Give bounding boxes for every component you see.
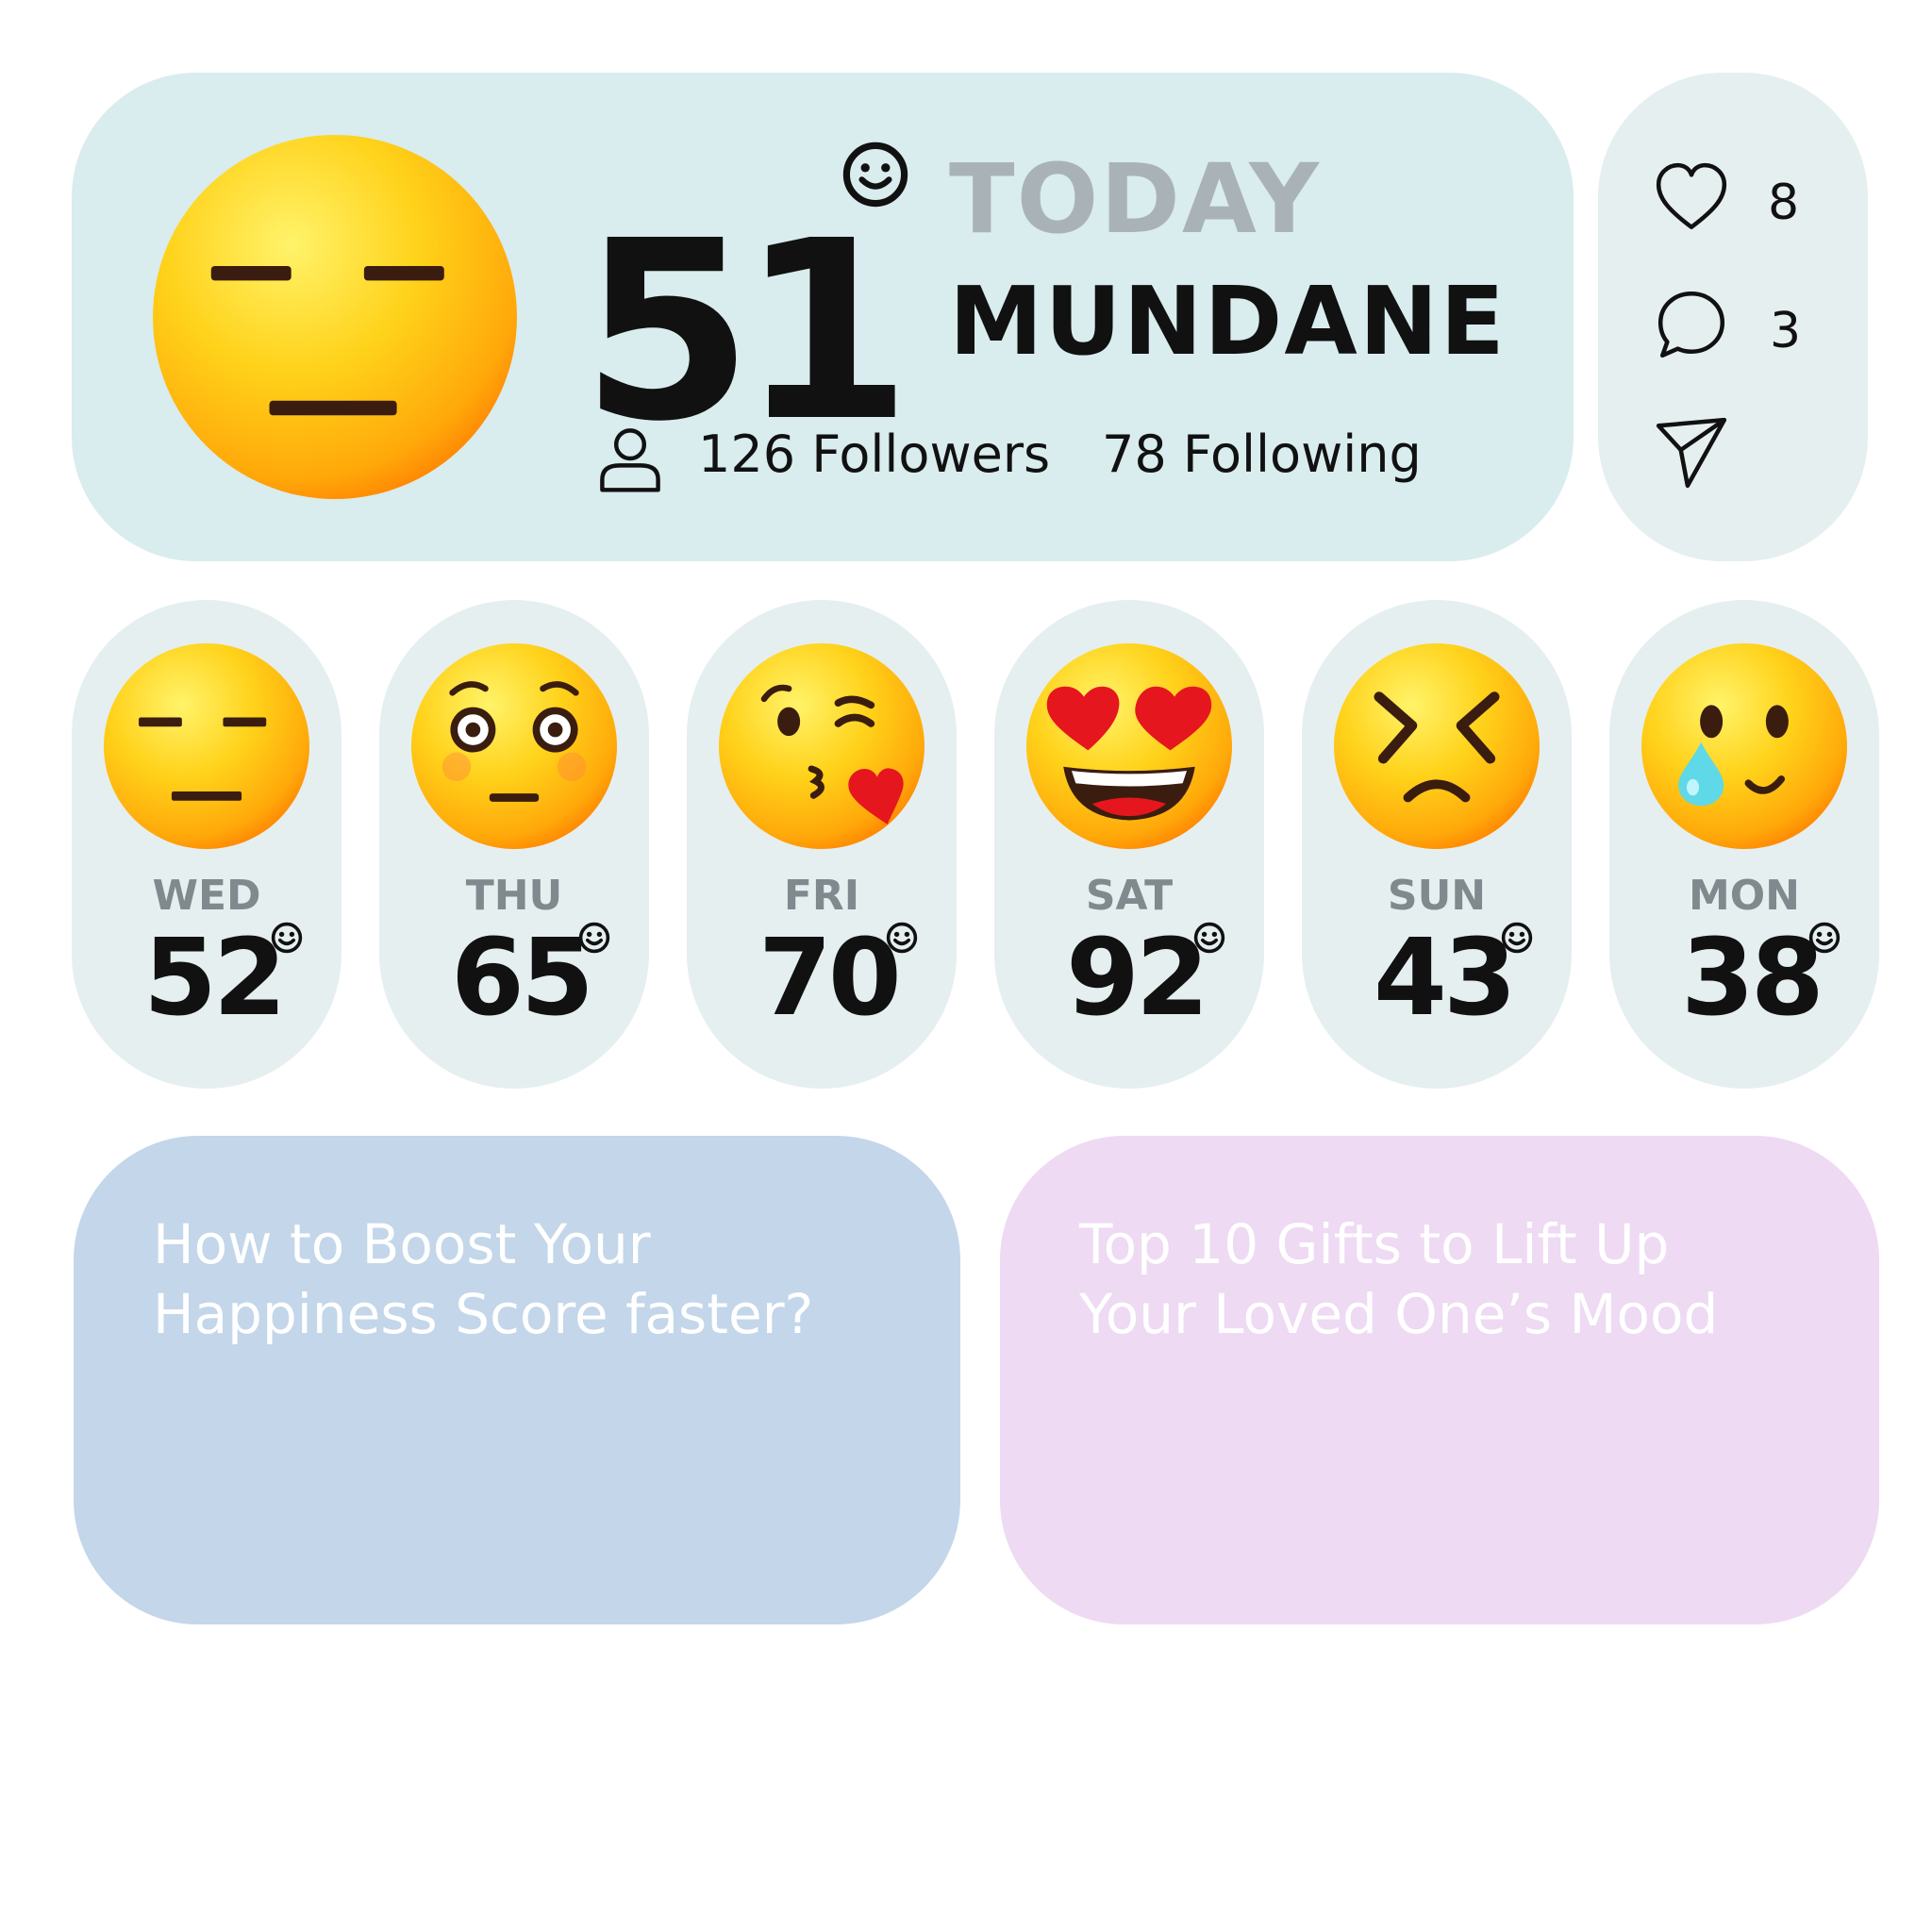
day-name: FRI <box>783 872 860 920</box>
day-name: WED <box>152 872 261 920</box>
person-icon <box>600 428 660 492</box>
article-card-top-gifts[interactable]: Top 10 Gifts to Lift Up Your Loved One’s… <box>1000 1136 1879 1624</box>
likes-count: 8 <box>1768 175 1800 231</box>
followers-count[interactable]: 126 Followers <box>698 429 1050 480</box>
article-title-line: Your Loved One’s Mood <box>1079 1282 1719 1346</box>
day-score: 52 <box>143 917 287 1040</box>
heart-icon[interactable] <box>1653 159 1730 237</box>
day-card-sun[interactable]: SUN 43 <box>1302 600 1572 1089</box>
send-icon[interactable] <box>1653 414 1730 491</box>
smiley-degree-icon <box>1193 922 1225 954</box>
smiley-degree-icon <box>271 922 303 954</box>
article-title: How to Boost Your Happiness Score faster… <box>153 1209 813 1349</box>
mood-label: MUNDANE <box>949 266 1507 376</box>
comments-count: 3 <box>1770 303 1802 359</box>
smiley-degree-icon <box>578 922 610 954</box>
kissing-heart-face-icon <box>719 643 924 849</box>
day-score: 65 <box>451 917 594 1040</box>
following-count[interactable]: 78 Following <box>1102 429 1422 480</box>
article-card-boost-happiness[interactable]: How to Boost Your Happiness Score faster… <box>74 1136 960 1624</box>
smiley-degree-icon <box>1808 922 1840 954</box>
day-card-mon[interactable]: MON 38 <box>1609 600 1879 1089</box>
angry-face-icon <box>1334 643 1540 849</box>
article-title: Top 10 Gifts to Lift Up Your Loved One’s… <box>1079 1209 1718 1349</box>
comment-icon[interactable] <box>1653 286 1730 363</box>
day-name: SUN <box>1387 872 1487 920</box>
heart-eyes-face-icon <box>1026 643 1232 849</box>
day-score: 38 <box>1681 917 1824 1040</box>
neutral-face-icon <box>104 643 309 849</box>
day-name: SAT <box>1085 872 1174 920</box>
tearful-smile-face-icon <box>1641 643 1847 849</box>
today-score: 51 <box>581 188 912 475</box>
day-card-sat[interactable]: SAT 92 <box>994 600 1264 1089</box>
article-title-line: How to Boost Your <box>153 1212 651 1276</box>
day-name: MON <box>1688 872 1800 920</box>
article-title-line: Top 10 Gifts to Lift Up <box>1079 1212 1670 1276</box>
smiley-degree-icon <box>1501 922 1533 954</box>
today-summary-card: 51 TODAY MUNDANE 126 Followers 78 Follow… <box>72 73 1574 561</box>
smiley-degree-icon <box>842 142 908 208</box>
day-card-wed[interactable]: WED 52 <box>72 600 341 1089</box>
day-score: 43 <box>1374 917 1517 1040</box>
smiley-degree-icon <box>886 922 918 954</box>
day-name: THU <box>465 872 563 920</box>
social-actions-card: 8 3 <box>1598 73 1868 561</box>
today-label: TODAY <box>949 143 1321 256</box>
day-card-thu[interactable]: THU 65 <box>379 600 649 1089</box>
day-card-fri[interactable]: FRI 70 <box>687 600 957 1089</box>
article-title-line: Happiness Score faster? <box>153 1282 814 1346</box>
neutral-face-icon <box>153 135 517 499</box>
day-score: 70 <box>758 917 902 1040</box>
surprised-face-icon <box>411 643 617 849</box>
day-score: 92 <box>1066 917 1209 1040</box>
